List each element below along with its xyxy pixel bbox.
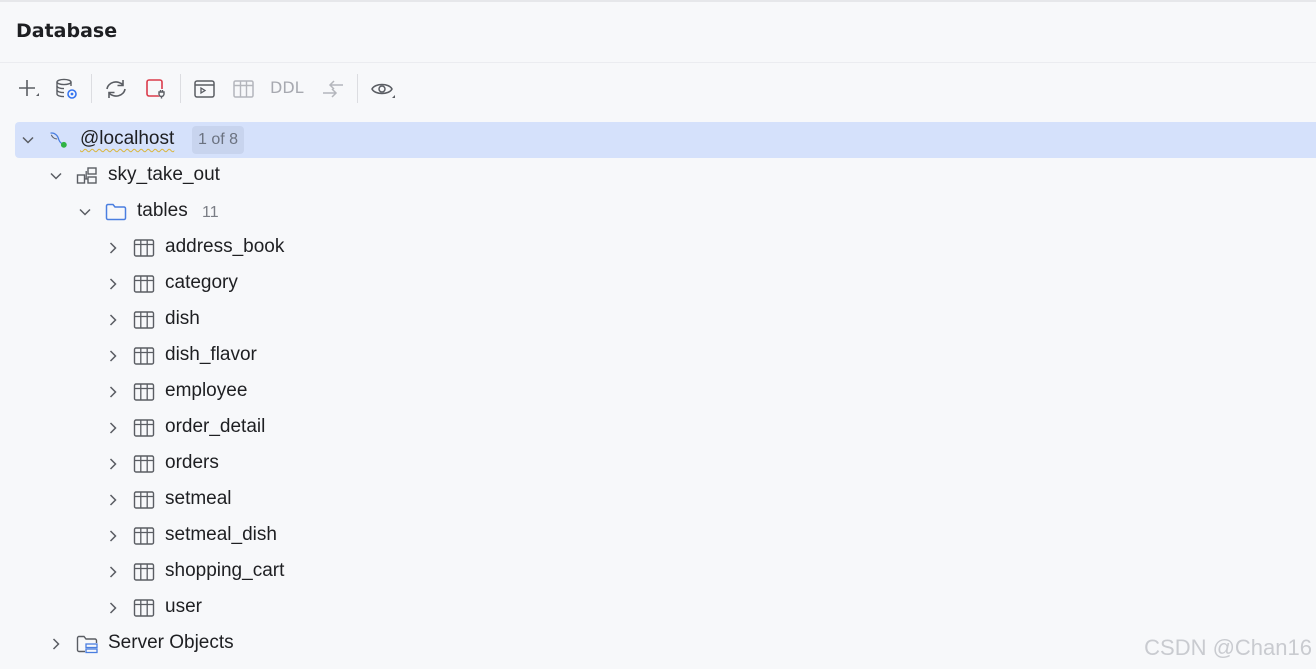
data-source-properties-button[interactable] [51, 74, 81, 104]
tree-node-server-objects[interactable]: Server Objects [0, 626, 1316, 662]
connection-badge[interactable]: 1 of 8 [192, 126, 245, 154]
table-icon [133, 419, 155, 437]
table-icon [133, 347, 155, 365]
table-name: employee [165, 380, 248, 401]
table-name: setmeal [165, 488, 232, 509]
data-source-properties-icon [56, 78, 77, 99]
query-console-icon [194, 80, 215, 98]
chevron-right-icon[interactable] [106, 493, 120, 507]
compare-button[interactable] [318, 74, 348, 104]
toolbar-separator [357, 74, 358, 103]
tree-node-connection[interactable]: @localhost 1 of 8 [15, 122, 1316, 158]
panel-header: Database [0, 2, 1316, 63]
add-button[interactable] [12, 74, 42, 104]
query-console-button[interactable] [189, 74, 219, 104]
view-options-icon [371, 83, 395, 98]
refresh-button[interactable] [101, 74, 131, 104]
connection-label: @localhost [80, 128, 175, 149]
chevron-right-icon[interactable] [106, 385, 120, 399]
server-objects-icon [76, 635, 98, 654]
folder-icon [105, 203, 127, 221]
table-row[interactable]: category [0, 266, 1316, 302]
table-row[interactable]: employee [0, 374, 1316, 410]
table-editor-button[interactable] [228, 74, 258, 104]
table-name: user [165, 596, 202, 617]
refresh-icon [106, 80, 126, 98]
table-icon [133, 455, 155, 473]
schema-icon [76, 167, 97, 184]
table-icon [133, 599, 155, 617]
chevron-right-icon[interactable] [106, 601, 120, 615]
disconnect-button[interactable] [141, 74, 171, 104]
view-options-button[interactable] [367, 74, 397, 104]
toolbar-separator [91, 74, 92, 103]
chevron-right-icon[interactable] [106, 421, 120, 435]
chevron-down-icon[interactable] [49, 169, 63, 183]
tree-node-schema[interactable]: sky_take_out [0, 158, 1316, 194]
table-icon [133, 527, 155, 545]
table-name: order_detail [165, 416, 266, 437]
compare-icon [323, 80, 343, 98]
schema-label: sky_take_out [108, 164, 220, 185]
chevron-down-icon[interactable] [78, 205, 92, 219]
table-editor-icon [233, 80, 254, 98]
disconnect-icon [146, 79, 166, 99]
table-row[interactable]: setmeal [0, 482, 1316, 518]
table-icon [133, 311, 155, 329]
table-name: address_book [165, 236, 285, 257]
chevron-right-icon[interactable] [106, 565, 120, 579]
plus-icon [19, 80, 39, 96]
table-name: shopping_cart [165, 560, 285, 581]
table-name: category [165, 272, 238, 293]
watermark: CSDN @Chan16 [1144, 635, 1312, 660]
toolbar-separator [180, 74, 181, 103]
table-icon [133, 239, 155, 257]
table-icon [133, 383, 155, 401]
ddl-button[interactable]: DDL [270, 78, 304, 100]
table-row[interactable]: dish_flavor [0, 338, 1316, 374]
tables-folder-label: tables [137, 200, 188, 221]
server-objects-label: Server Objects [108, 632, 234, 653]
table-row[interactable]: shopping_cart [0, 554, 1316, 590]
table-name: dish [165, 308, 200, 329]
table-name: setmeal_dish [165, 524, 277, 545]
table-row[interactable]: orders [0, 446, 1316, 482]
chevron-right-icon[interactable] [49, 637, 63, 651]
table-row[interactable]: setmeal_dish [0, 518, 1316, 554]
table-row[interactable]: address_book [0, 230, 1316, 266]
chevron-right-icon[interactable] [106, 313, 120, 327]
table-icon [133, 275, 155, 293]
table-icon [133, 563, 155, 581]
chevron-right-icon[interactable] [106, 457, 120, 471]
tree-node-tables-folder[interactable]: tables 11 [0, 194, 1316, 230]
table-name: dish_flavor [165, 344, 257, 365]
table-name: orders [165, 452, 219, 473]
chevron-right-icon[interactable] [106, 277, 120, 291]
chevron-right-icon[interactable] [106, 529, 120, 543]
tables-count: 11 [202, 204, 219, 221]
table-icon [133, 491, 155, 509]
toolbar: DDL [0, 68, 1316, 110]
chevron-down-icon[interactable] [21, 133, 35, 147]
table-row[interactable]: order_detail [0, 410, 1316, 446]
chevron-right-icon[interactable] [106, 349, 120, 363]
table-row[interactable]: user [0, 590, 1316, 626]
mysql-dolphin-icon [50, 132, 67, 148]
panel-title: Database [16, 20, 118, 42]
table-row[interactable]: dish [0, 302, 1316, 338]
chevron-right-icon[interactable] [106, 241, 120, 255]
